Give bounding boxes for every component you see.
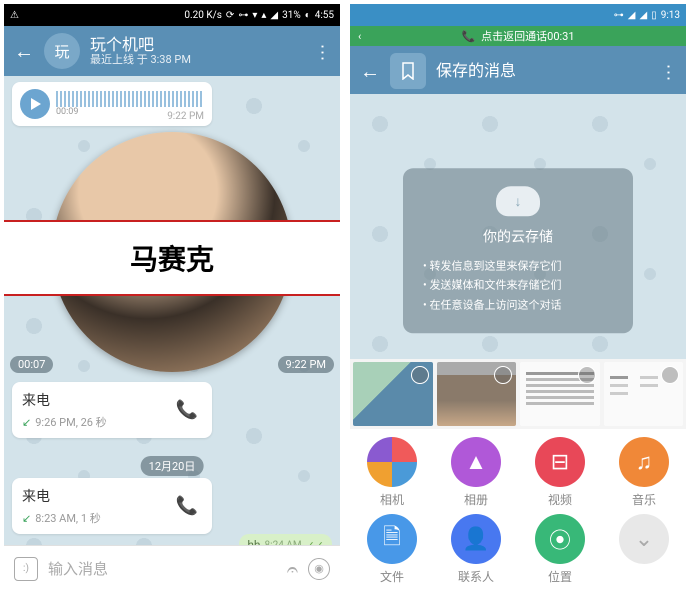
call-bar-text: 点击返回通话00:31 [481, 28, 574, 44]
attach-icon[interactable]: 𝄐 [287, 557, 298, 581]
back-icon[interactable]: ← [14, 39, 34, 64]
attach-file[interactable]: 🗎 文件 [357, 514, 427, 585]
chevron-down-icon: ⌄ [619, 514, 669, 564]
chat-title: 玩个机吧 [90, 36, 304, 54]
gallery-thumb[interactable] [604, 362, 684, 426]
active-call-bar[interactable]: ‹ 📞 点击返回通话00:31 [350, 26, 686, 46]
attach-label: 相机 [380, 491, 404, 508]
clock: 4:55 [315, 10, 334, 21]
gallery-thumb[interactable] [437, 362, 517, 426]
signal-icon: ◢ [639, 10, 647, 21]
feature-item: 转发信息到这里来保存它们 [423, 256, 619, 276]
attach-location[interactable]: ⦿ 位置 [525, 514, 595, 585]
caret-left-icon: ‹ [358, 30, 361, 43]
signal-icon: ▴ [261, 10, 266, 21]
attach-camera[interactable]: 相机 [357, 437, 427, 508]
incoming-call-card[interactable]: 来电 ↙9:26 PM, 26 秒 📞 [12, 382, 212, 438]
more-icon[interactable]: ⋯ [658, 63, 679, 79]
back-icon[interactable]: ← [360, 59, 380, 84]
more-icon[interactable]: ⋯ [312, 43, 333, 59]
media-duration-badge: 00:07 [10, 356, 53, 373]
phone-icon[interactable]: 📞 [176, 400, 198, 421]
message-input[interactable]: 输入消息 [48, 558, 277, 579]
phone-right: ⊶ ◢ ◢ ▯ 9:13 ‹ 📞 点击返回通话00:31 ← 保存的消息 ⋯ 你… [350, 4, 686, 591]
attach-label: 相册 [464, 491, 488, 508]
play-icon[interactable] [20, 89, 50, 119]
attach-music[interactable]: ♫ 音乐 [609, 437, 679, 508]
mosaic-overlay: 马赛克 [4, 220, 340, 296]
call-meta: 9:26 PM, 26 秒 [35, 414, 106, 430]
cloud-download-icon [496, 186, 540, 216]
sync-icon: ⟳ [226, 10, 234, 21]
cloud-info-card: 你的云存储 转发信息到这里来保存它们 发送媒体和文件来存储它们 在任意设备上访问… [403, 168, 633, 333]
header-title-block: 保存的消息 [436, 62, 650, 80]
camera-icon [367, 437, 417, 487]
video-icon: ⊟ [535, 437, 585, 487]
attach-video[interactable]: ⊟ 视频 [525, 437, 595, 508]
cloud-features: 转发信息到这里来保存它们 发送媒体和文件来存储它们 在任意设备上访问这个对话 [417, 256, 619, 315]
chat-header[interactable]: ← 玩 玩个机吧 最近上线 于 3:38 PM ⋯ [4, 26, 340, 76]
gallery-thumb[interactable] [353, 362, 433, 426]
wifi-icon: ▾ [252, 10, 257, 21]
attach-label: 音乐 [632, 491, 656, 508]
attach-collapse[interactable]: ⌄ [609, 514, 679, 585]
chat-title: 保存的消息 [436, 62, 650, 80]
chat-header[interactable]: ← 保存的消息 ⋯ [350, 46, 686, 96]
chat-area: 你的云存储 转发信息到这里来保存它们 发送媒体和文件来存储它们 在任意设备上访问… [350, 94, 686, 355]
attach-gallery[interactable]: ▲ 相册 [441, 437, 511, 508]
attach-label [643, 568, 646, 582]
call-meta: 8:23 AM, 1 秒 [35, 510, 101, 526]
bookmark-icon [390, 53, 426, 89]
input-bar: :) 输入消息 𝄐 ◉ [4, 545, 340, 591]
incoming-call-card[interactable]: 来电 ↙8:23 AM, 1 秒 📞 [12, 478, 212, 534]
voice-time: 9:22 PM [167, 111, 204, 122]
gallery-thumbs [350, 359, 686, 429]
gallery-icon: ▲ [451, 437, 501, 487]
gallery-thumb[interactable] [520, 362, 600, 426]
signal-icon: ◢ [628, 10, 636, 21]
cloud-title: 你的云存储 [417, 226, 619, 246]
file-icon: 🗎 [367, 514, 417, 564]
attach-sheet: 相机 ▲ 相册 ⊟ 视频 ♫ 音乐 🗎 文件 👤 联系人 ⦿ 位置 ⌄ [350, 429, 686, 591]
contact-icon: 👤 [451, 514, 501, 564]
msg-text: hh [247, 538, 260, 545]
phone-icon[interactable]: 📞 [176, 496, 198, 517]
clock: 9:13 [661, 10, 680, 21]
media-time-badge: 9:22 PM [278, 356, 334, 373]
outgoing-text[interactable]: hh 8:24 AM✓✓ [239, 534, 332, 545]
sticker-icon[interactable]: :) [14, 557, 38, 581]
attach-label: 联系人 [458, 568, 494, 585]
key-icon: ⊶ [238, 10, 248, 21]
feature-item: 在任意设备上访问这个对话 [423, 295, 619, 315]
attach-label: 位置 [548, 568, 572, 585]
feature-item: 发送媒体和文件来存储它们 [423, 276, 619, 296]
music-icon: ♫ [619, 437, 669, 487]
header-title-block[interactable]: 玩个机吧 最近上线 于 3:38 PM [90, 36, 304, 66]
mic-icon[interactable]: ◉ [308, 558, 330, 580]
status-bar: ⊶ ◢ ◢ ▯ 9:13 [350, 4, 686, 26]
signal-icon: ◢ [270, 10, 278, 21]
arrow-in-icon: ↙ [22, 416, 31, 429]
phone-icon: 📞 [461, 30, 475, 43]
attach-contact[interactable]: 👤 联系人 [441, 514, 511, 585]
phone-left: ⚠ 0.20 K/s ⟳ ⊶ ▾ ▴ ◢ 31% ◐ 4:55 ← 玩 玩个机吧… [4, 4, 340, 591]
net-speed: 0.20 K/s [184, 10, 222, 21]
waveform [56, 91, 204, 107]
voice-message[interactable]: 00:09 9:22 PM [12, 82, 212, 126]
warning-icon: ⚠ [10, 10, 19, 21]
chat-area[interactable]: 00:09 9:22 PM 马赛克 00:07 9:22 PM 来电 ↙9:26… [4, 76, 340, 545]
avatar[interactable]: 玩 [44, 33, 80, 69]
chat-subtitle: 最近上线 于 3:38 PM [90, 54, 304, 66]
battery: 31% [282, 10, 301, 21]
date-divider: 12月20日 [141, 456, 204, 476]
arrow-in-icon: ↙ [22, 512, 31, 525]
location-icon: ⦿ [535, 514, 585, 564]
battery-icon: ◐ [305, 10, 311, 21]
attach-label: 视频 [548, 491, 572, 508]
attach-label: 文件 [380, 568, 404, 585]
battery-icon: ▯ [651, 10, 657, 21]
key-icon: ⊶ [614, 10, 624, 21]
status-bar: ⚠ 0.20 K/s ⟳ ⊶ ▾ ▴ ◢ 31% ◐ 4:55 [4, 4, 340, 26]
